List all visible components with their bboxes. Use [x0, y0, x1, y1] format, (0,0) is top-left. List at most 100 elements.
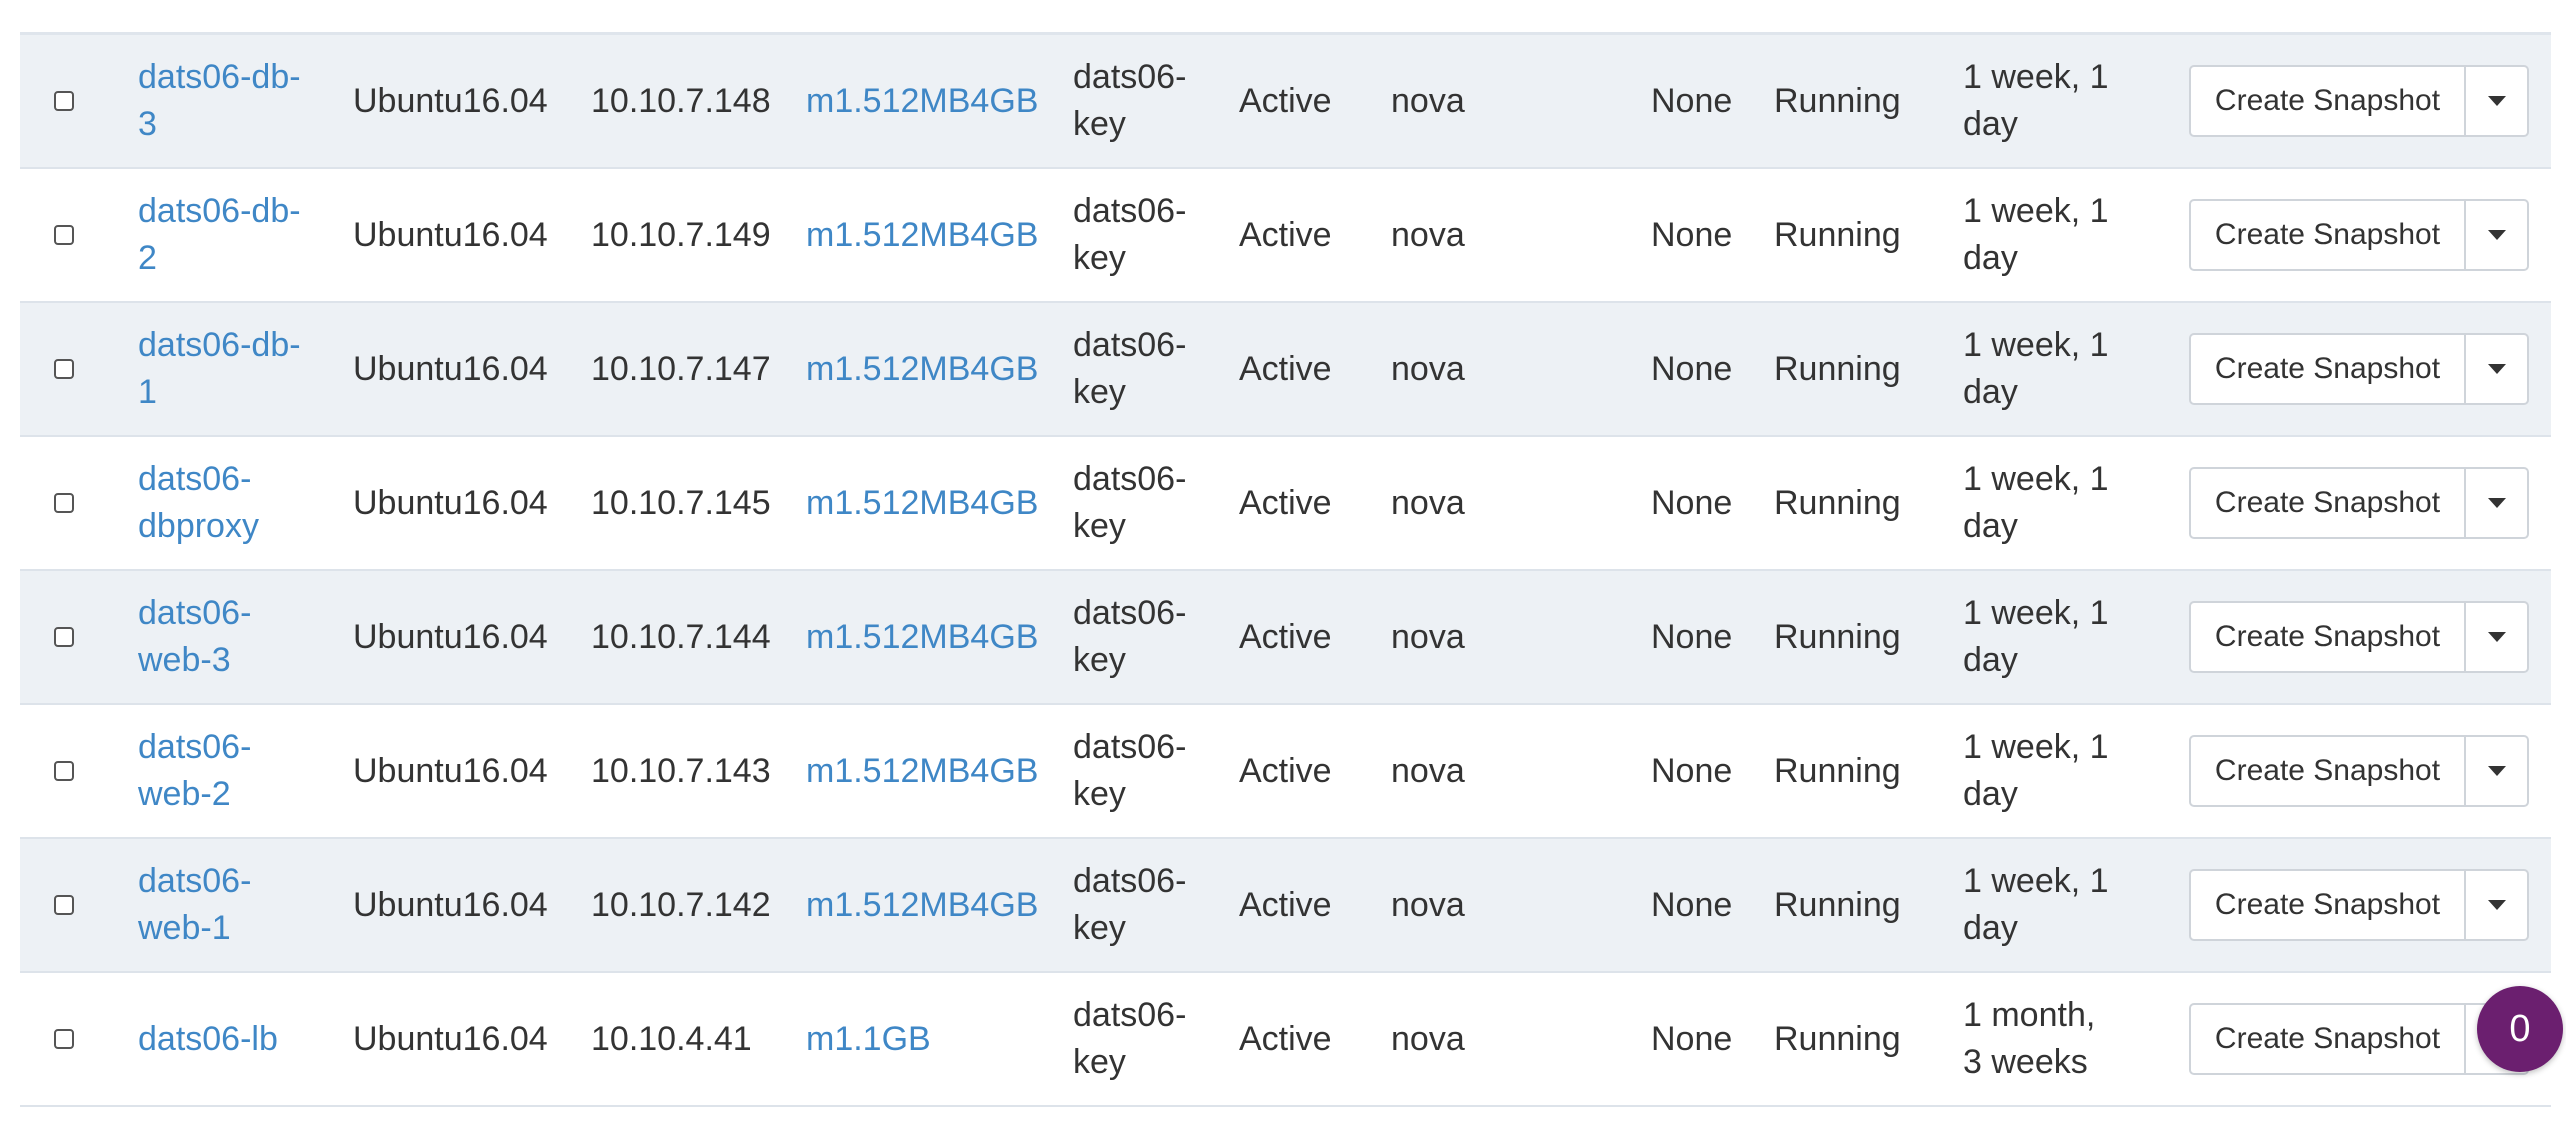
- ip-address: 10.10.7.147: [591, 349, 771, 388]
- flavor-link[interactable]: m1.512MB4GB: [806, 748, 1038, 795]
- flavor-link[interactable]: m1.512MB4GB: [806, 346, 1038, 393]
- task: None: [1651, 349, 1733, 388]
- instance-name-link[interactable]: dats06-dbproxy: [138, 456, 308, 550]
- flavor-link[interactable]: m1.512MB4GB: [806, 480, 1038, 527]
- flavor-link[interactable]: m1.512MB4GB: [806, 614, 1038, 661]
- flavor-cell: m1.512MB4GB: [806, 303, 1038, 435]
- flavor-cell: m1.512MB4GB: [806, 169, 1038, 301]
- ip-address: 10.10.7.142: [591, 885, 771, 924]
- instance-age: 1 week, 1 day: [1963, 862, 2109, 947]
- more-actions-button[interactable]: [2466, 467, 2529, 539]
- instance-name-cell: dats06-web-1: [138, 839, 308, 971]
- availability-zone: nova: [1391, 751, 1465, 790]
- row-select-checkbox[interactable]: [54, 225, 74, 245]
- row-select-cell: [54, 571, 94, 703]
- row-select-checkbox[interactable]: [54, 91, 74, 111]
- more-actions-button[interactable]: [2466, 65, 2529, 137]
- row-select-cell: [54, 839, 94, 971]
- create-snapshot-button[interactable]: Create Snapshot: [2189, 601, 2466, 673]
- create-snapshot-button[interactable]: Create Snapshot: [2189, 199, 2466, 271]
- instance-age: 1 week, 1 day: [1963, 326, 2109, 411]
- flavor-link[interactable]: m1.1GB: [806, 1016, 931, 1063]
- row-select-checkbox[interactable]: [54, 895, 74, 915]
- instance-name-link[interactable]: dats06-db-1: [138, 322, 308, 416]
- instance-name-link[interactable]: dats06-web-1: [138, 858, 308, 952]
- key-pair: dats06-key: [1073, 862, 1187, 947]
- task: None: [1651, 483, 1733, 522]
- task: None: [1651, 1019, 1733, 1058]
- row-select-cell: [54, 437, 94, 569]
- availability-zone: nova: [1391, 617, 1465, 656]
- row-select-checkbox[interactable]: [54, 627, 74, 647]
- task: None: [1651, 215, 1733, 254]
- flavor-cell: m1.512MB4GB: [806, 437, 1038, 569]
- task: None: [1651, 751, 1733, 790]
- table-row: dats06-web-1 Ubuntu16.04 10.10.7.142 m1.512…: [20, 839, 2551, 973]
- instance-name-link[interactable]: dats06-web-2: [138, 724, 308, 818]
- instance-name-cell: dats06-db-2: [138, 169, 308, 301]
- flavor-cell: m1.512MB4GB: [806, 571, 1038, 703]
- ip-address: 10.10.7.145: [591, 483, 771, 522]
- chevron-down-icon: [2487, 364, 2506, 374]
- instance-name-link[interactable]: dats06-db-3: [138, 54, 308, 148]
- more-actions-button[interactable]: [2466, 199, 2529, 271]
- power-state: Running: [1774, 483, 1901, 522]
- create-snapshot-button[interactable]: Create Snapshot: [2189, 467, 2466, 539]
- instance-name-cell: dats06-db-1: [138, 303, 308, 435]
- more-actions-button[interactable]: [2466, 333, 2529, 405]
- create-snapshot-button[interactable]: Create Snapshot: [2189, 333, 2466, 405]
- more-actions-button[interactable]: [2466, 869, 2529, 941]
- image-name: Ubuntu16.04: [353, 349, 548, 388]
- power-state: Running: [1774, 751, 1901, 790]
- table-row: dats06-lb Ubuntu16.04 10.10.4.41 m1.1GB dats…: [20, 973, 2551, 1107]
- ip-address: 10.10.4.41: [591, 1019, 752, 1058]
- instance-name-link[interactable]: dats06-web-3: [138, 590, 308, 684]
- table-row: dats06-db-1 Ubuntu16.04 10.10.7.147 m1.512M…: [20, 303, 2551, 437]
- instance-name-link[interactable]: dats06-lb: [138, 1016, 278, 1063]
- actions-cell: Create Snapshot: [2189, 705, 2529, 837]
- row-select-checkbox[interactable]: [54, 493, 74, 513]
- instance-age: 1 week, 1 day: [1963, 58, 2109, 143]
- row-select-cell: [54, 303, 94, 435]
- availability-zone: nova: [1391, 81, 1465, 120]
- power-state: Running: [1774, 349, 1901, 388]
- power-state: Running: [1774, 1019, 1901, 1058]
- key-pair: dats06-key: [1073, 192, 1187, 277]
- create-snapshot-button[interactable]: Create Snapshot: [2189, 65, 2466, 137]
- image-name: Ubuntu16.04: [353, 885, 548, 924]
- flavor-link[interactable]: m1.512MB4GB: [806, 78, 1038, 125]
- key-pair: dats06-key: [1073, 326, 1187, 411]
- row-select-checkbox[interactable]: [54, 359, 74, 379]
- create-snapshot-button[interactable]: Create Snapshot: [2189, 869, 2466, 941]
- chevron-down-icon: [2487, 230, 2506, 240]
- row-select-checkbox[interactable]: [54, 761, 74, 781]
- task: None: [1651, 885, 1733, 924]
- more-actions-button[interactable]: [2466, 735, 2529, 807]
- flavor-link[interactable]: m1.512MB4GB: [806, 882, 1038, 929]
- key-pair: dats06-key: [1073, 460, 1187, 545]
- instance-name-cell: dats06-web-2: [138, 705, 308, 837]
- row-select-checkbox[interactable]: [54, 1029, 74, 1049]
- instance-age: 1 month, 3 weeks: [1963, 996, 2096, 1081]
- chevron-down-icon: [2487, 900, 2506, 910]
- instance-age: 1 week, 1 day: [1963, 728, 2109, 813]
- instance-name-cell: dats06-lb: [138, 973, 308, 1105]
- more-actions-button[interactable]: [2466, 601, 2529, 673]
- table-row: dats06-db-3 Ubuntu16.04 10.10.7.148 m1.512M…: [20, 35, 2551, 169]
- key-pair: dats06-key: [1073, 58, 1187, 143]
- image-name: Ubuntu16.04: [353, 617, 548, 656]
- notification-badge[interactable]: 0: [2477, 986, 2563, 1072]
- flavor-link[interactable]: m1.512MB4GB: [806, 212, 1038, 259]
- create-snapshot-button[interactable]: Create Snapshot: [2189, 735, 2466, 807]
- row-select-cell: [54, 169, 94, 301]
- chevron-down-icon: [2487, 96, 2506, 106]
- actions-cell: Create Snapshot: [2189, 303, 2529, 435]
- actions-cell: Create Snapshot: [2189, 437, 2529, 569]
- create-snapshot-button[interactable]: Create Snapshot: [2189, 1003, 2466, 1075]
- power-state: Running: [1774, 617, 1901, 656]
- instance-name-link[interactable]: dats06-db-2: [138, 188, 308, 282]
- ip-address: 10.10.7.144: [591, 617, 771, 656]
- availability-zone: nova: [1391, 483, 1465, 522]
- availability-zone: nova: [1391, 349, 1465, 388]
- actions-button-group: Create Snapshot: [2189, 199, 2529, 271]
